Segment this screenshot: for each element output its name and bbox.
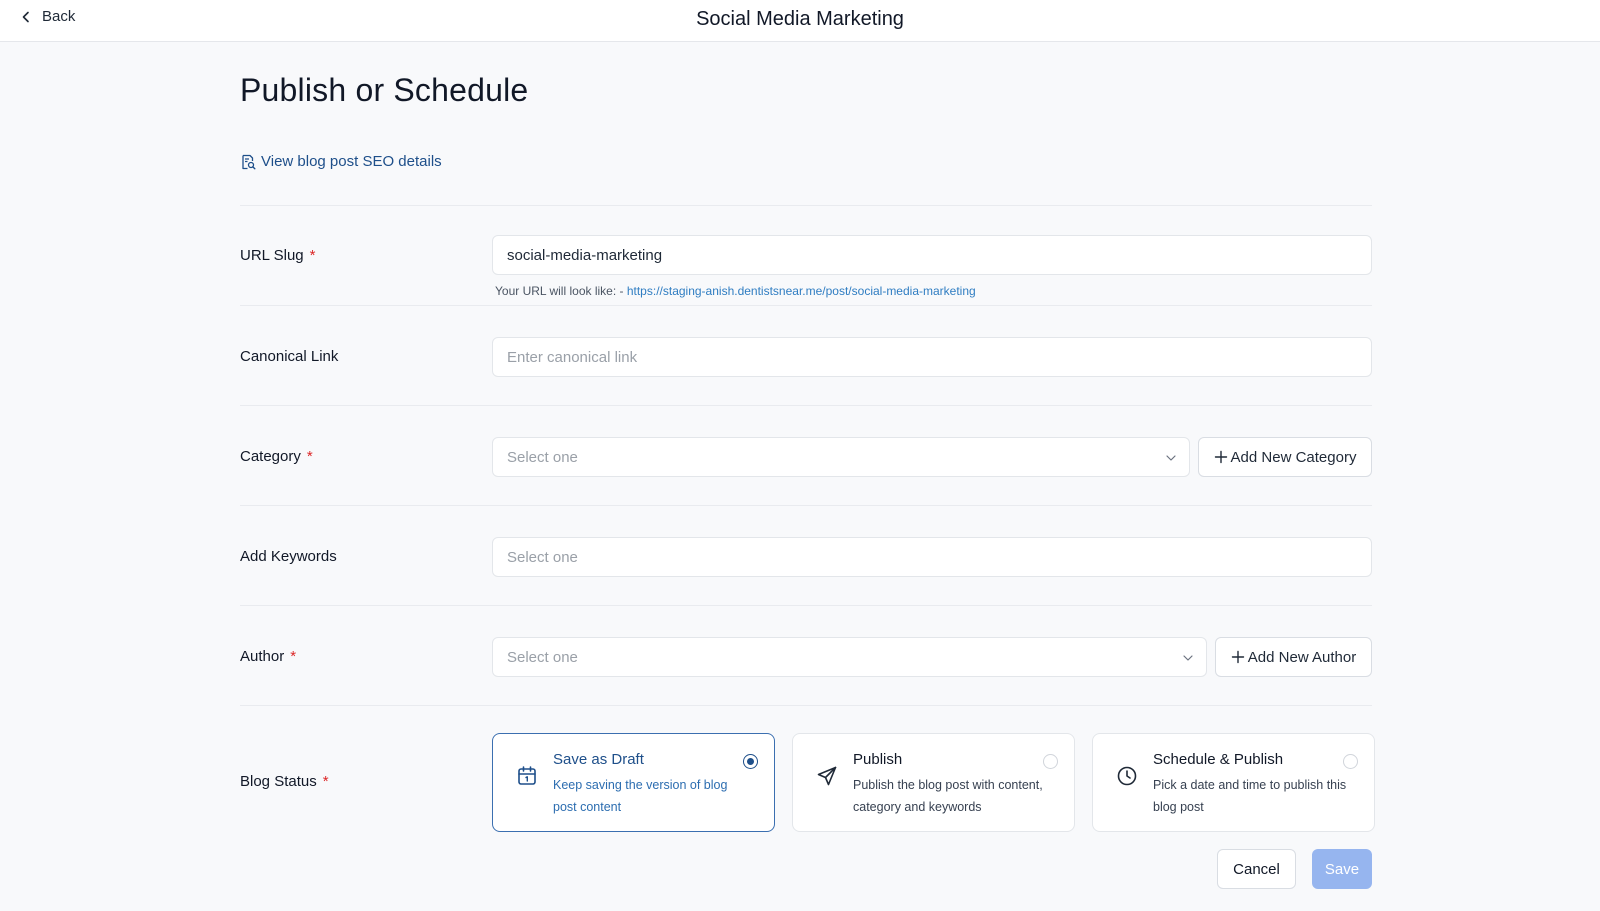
back-label: Back (42, 8, 76, 25)
category-label-text: Category (240, 448, 301, 465)
schedule-title: Schedule & Publish (1153, 751, 1284, 768)
back-button[interactable]: Back (20, 8, 75, 25)
url-preview-link[interactable]: https://staging-anish.dentistsnear.me/po… (627, 284, 976, 298)
category-placeholder: Select one (507, 448, 578, 466)
canonical-placeholder: Enter canonical link (507, 348, 638, 366)
divider (240, 305, 1372, 306)
chevron-left-icon (22, 11, 29, 22)
draft-description: Keep saving the version of blog post con… (553, 778, 728, 814)
required-marker: * (322, 773, 329, 790)
divider (240, 705, 1372, 706)
page-title: Publish or Schedule (240, 72, 529, 108)
clock-icon (1117, 766, 1137, 786)
draft-radio[interactable] (743, 754, 758, 769)
category-label: Category * (240, 448, 313, 465)
cancel-button[interactable]: Cancel (1217, 849, 1296, 889)
author-select[interactable]: Select one (492, 637, 1207, 677)
url-slug-label-text: URL Slug (240, 247, 304, 264)
status-option-publish[interactable]: Publish Publish the blog post with conte… (792, 733, 1075, 832)
url-preview-hint: Your URL will look like: - https://stagi… (495, 284, 976, 298)
blog-status-label: Blog Status * (240, 773, 329, 790)
url-slug-input[interactable]: social-media-marketing (492, 235, 1372, 275)
blog-status-label-text: Blog Status (240, 773, 317, 790)
required-marker: * (309, 247, 316, 264)
add-new-category-button[interactable]: Add New Category (1198, 437, 1372, 477)
canonical-link-label: Canonical Link (240, 348, 339, 365)
publish-title: Publish (853, 751, 903, 768)
divider (240, 605, 1372, 606)
draft-title: Save as Draft (553, 751, 644, 768)
keywords-label: Add Keywords (240, 548, 337, 565)
plus-icon (1231, 650, 1244, 664)
add-category-label: Add New Category (1230, 448, 1357, 466)
chevron-down-icon (1183, 655, 1193, 661)
author-label: Author * (240, 648, 296, 665)
add-author-label: Add New Author (1247, 648, 1357, 666)
category-select[interactable]: Select one (492, 437, 1190, 477)
divider (240, 405, 1372, 406)
status-option-schedule[interactable]: Schedule & Publish Pick a date and time … (1092, 733, 1375, 832)
top-bar: Back Social Media Marketing (0, 0, 1600, 42)
calendar-icon (518, 766, 536, 785)
document-search-icon (242, 154, 256, 169)
app-title: Social Media Marketing (696, 8, 904, 30)
keywords-placeholder: Select one (507, 548, 578, 566)
divider (240, 505, 1372, 506)
add-new-author-button[interactable]: Add New Author (1215, 637, 1372, 677)
schedule-radio[interactable] (1343, 754, 1358, 769)
seo-details-link[interactable]: View blog post SEO details (240, 153, 442, 170)
save-button[interactable]: Save (1312, 849, 1372, 889)
publish-description: Publish the blog post with content, cate… (853, 778, 1043, 814)
required-marker: * (290, 648, 297, 665)
seo-link-label: View blog post SEO details (261, 153, 442, 170)
keywords-select[interactable]: Select one (492, 537, 1372, 577)
chevron-down-icon (1166, 455, 1176, 461)
url-slug-value: social-media-marketing (507, 246, 663, 264)
canonical-link-input[interactable]: Enter canonical link (492, 337, 1372, 377)
status-option-draft[interactable]: Save as Draft Keep saving the version of… (492, 733, 775, 832)
schedule-description: Pick a date and time to publish this blo… (1153, 778, 1347, 814)
publish-radio[interactable] (1043, 754, 1058, 769)
plus-icon (1214, 450, 1227, 464)
author-placeholder: Select one (507, 648, 578, 666)
url-slug-label: URL Slug * (240, 247, 315, 264)
required-marker: * (306, 448, 313, 465)
author-label-text: Author (240, 648, 285, 665)
url-hint-prefix: Your URL will look like: - (495, 284, 624, 298)
send-icon (817, 766, 837, 786)
divider (240, 205, 1372, 206)
